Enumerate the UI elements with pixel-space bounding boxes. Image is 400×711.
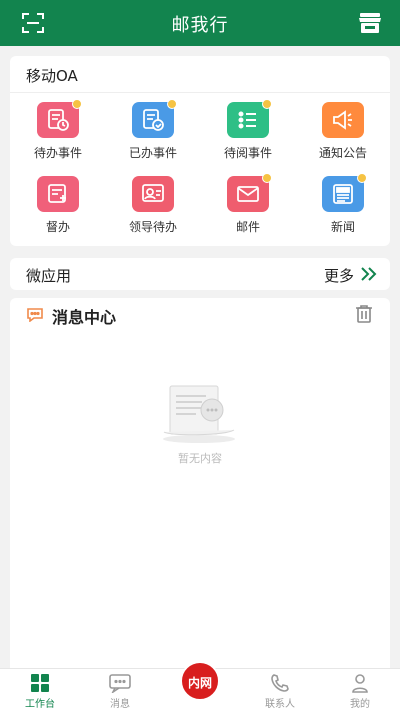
message-icon bbox=[109, 674, 131, 693]
oa-item-label: 新闻 bbox=[330, 220, 355, 234]
phone-icon bbox=[271, 674, 289, 692]
more-link[interactable]: 更多 bbox=[324, 265, 354, 286]
message-center-card: 消息中心 暂无内容 bbox=[10, 298, 390, 670]
oa-item-todo[interactable]: 待办事件 bbox=[18, 99, 98, 161]
supervise-icon bbox=[37, 176, 79, 212]
oa-item-label: 已办事件 bbox=[128, 146, 177, 160]
tab-label: 消息 bbox=[110, 699, 130, 710]
oa-item-label: 通知公告 bbox=[318, 146, 367, 160]
news-icon bbox=[322, 173, 367, 212]
shop-icon[interactable] bbox=[358, 12, 382, 34]
mail-icon bbox=[227, 173, 272, 212]
badge-dot bbox=[167, 99, 177, 109]
oa-item-done[interactable]: 已办事件 bbox=[113, 99, 193, 161]
oa-item-news[interactable]: 新闻 bbox=[303, 173, 383, 235]
oa-item-label: 邮件 bbox=[235, 220, 260, 234]
tab-label: 我的 bbox=[350, 699, 370, 710]
tab-contacts[interactable]: 联系人 bbox=[250, 669, 310, 711]
todo-icon bbox=[37, 99, 82, 138]
badge-dot bbox=[357, 173, 367, 183]
oa-item-to-read[interactable]: 待阅事件 bbox=[208, 99, 288, 161]
leader-todo-icon bbox=[132, 176, 174, 212]
oa-item-mail[interactable]: 邮件 bbox=[208, 173, 288, 235]
bottom-tab-bar: 工作台 消息 内网 联系人 我的 bbox=[0, 661, 400, 711]
tab-label: 联系人 bbox=[265, 699, 295, 710]
tab-profile[interactable]: 我的 bbox=[330, 669, 390, 711]
empty-state-text: 暂无内容 bbox=[178, 452, 222, 465]
oa-item-supervise[interactable]: 督办 bbox=[18, 176, 98, 235]
profile-icon bbox=[352, 674, 368, 693]
oa-item-label: 领导待办 bbox=[128, 220, 177, 234]
badge-dot bbox=[72, 99, 82, 109]
trash-icon[interactable] bbox=[354, 304, 374, 324]
top-bar: 邮我行 bbox=[0, 0, 400, 46]
tab-workbench[interactable]: 工作台 bbox=[10, 669, 70, 711]
to-read-icon bbox=[227, 99, 272, 138]
micro-apps-bar: 微应用 更多 bbox=[10, 258, 390, 290]
oa-item-announcement[interactable]: 通知公告 bbox=[303, 102, 383, 161]
mobile-oa-card: 移动OA 待办事件 已办事件 待阅事件 通知公告 督办 领导待办 邮件 新闻 bbox=[10, 56, 390, 246]
tab-messages[interactable]: 消息 bbox=[90, 669, 150, 711]
app-title: 邮我行 bbox=[171, 15, 229, 36]
oa-item-label: 待办事件 bbox=[33, 146, 82, 160]
chat-bubble-icon bbox=[27, 308, 43, 322]
empty-state-illustration bbox=[163, 385, 235, 443]
double-chevron-right-icon[interactable] bbox=[360, 266, 378, 282]
oa-item-label: 督办 bbox=[45, 220, 70, 234]
message-center-title: 消息中心 bbox=[52, 308, 117, 327]
tab-label: 工作台 bbox=[25, 699, 55, 710]
done-icon bbox=[132, 99, 177, 138]
intranet-button[interactable]: 内网 bbox=[180, 661, 220, 701]
badge-dot bbox=[262, 99, 272, 109]
workbench-icon bbox=[31, 674, 49, 692]
divider bbox=[10, 92, 390, 93]
badge-dot bbox=[262, 173, 272, 183]
oa-item-label: 待阅事件 bbox=[223, 146, 272, 160]
oa-title: 移动OA bbox=[26, 67, 78, 85]
announcement-icon bbox=[322, 102, 364, 138]
micro-apps-title: 微应用 bbox=[26, 267, 72, 285]
oa-item-leader-todo[interactable]: 领导待办 bbox=[113, 176, 193, 235]
